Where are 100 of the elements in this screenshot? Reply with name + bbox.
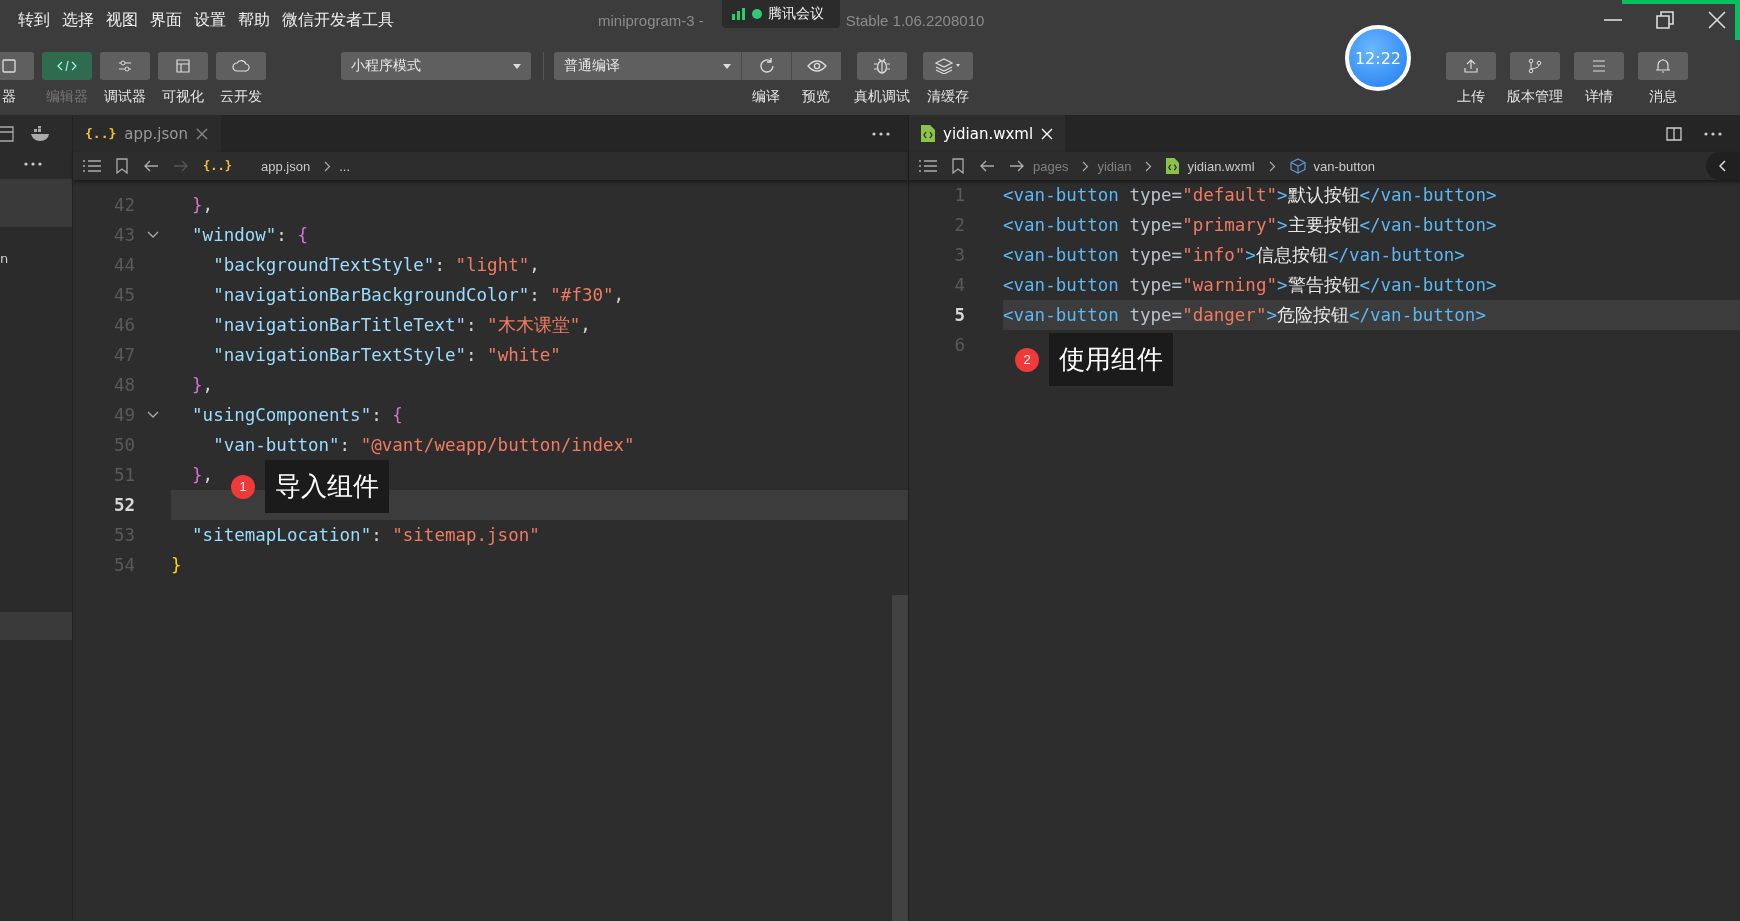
window-title: miniprogram-3 - <box>598 11 704 29</box>
toolbar-label: 编译 <box>752 88 780 106</box>
code-line: }, <box>191 374 214 397</box>
toolbar-label: 可视化 <box>162 88 204 106</box>
chevron-right-icon <box>1268 160 1276 172</box>
chevron-down-icon[interactable] <box>147 231 159 239</box>
toolbar-label: 清缓存 <box>927 88 969 106</box>
code-line: <van-button type="primary">主要按钮</van-button> <box>1003 214 1497 237</box>
menu-item[interactable]: 转到 <box>18 9 50 31</box>
code-line: <van-button type="warning">警告按钮</van-button> <box>1003 274 1497 297</box>
menu-item[interactable]: 微信开发者工具 <box>282 9 394 31</box>
code-line: "backgroundTextStyle": "light", <box>212 254 540 277</box>
simulator-icon <box>1 58 17 74</box>
bookmark-icon[interactable] <box>951 158 965 174</box>
more-icon[interactable] <box>872 131 890 136</box>
back-arrow-icon[interactable] <box>143 159 159 173</box>
caret-icon <box>723 63 731 69</box>
toolbar-button[interactable] <box>857 52 907 80</box>
chevron-left-icon <box>1719 160 1727 172</box>
toolbar-button[interactable] <box>1638 52 1688 80</box>
annotation-label: 使用组件 <box>1049 333 1173 386</box>
menu-item[interactable]: 视图 <box>106 9 138 31</box>
toolbar-label: 器 <box>2 88 16 106</box>
code-line: }, <box>191 194 214 217</box>
toolbar-button[interactable] <box>216 52 266 80</box>
code-line: "usingComponents": { <box>191 404 403 427</box>
toolbar-button[interactable] <box>1446 52 1496 80</box>
collapse-button[interactable] <box>1706 152 1740 180</box>
window-title: Stable 1.06.2208010 <box>845 11 985 29</box>
cube-icon <box>1289 158 1306 174</box>
compile-dropdown[interactable]: 普通编译 <box>554 52 741 80</box>
breadcrumb-item[interactable]: pages <box>1033 158 1069 174</box>
refresh-icon <box>757 57 776 75</box>
editor-tab[interactable]: {..} app.json <box>73 115 221 152</box>
line-number: 5 <box>953 305 965 325</box>
toolbar-button[interactable] <box>42 52 92 80</box>
file-icon <box>921 125 935 142</box>
code-icon <box>56 60 78 72</box>
window-icon[interactable] <box>0 124 16 143</box>
list-icon[interactable] <box>919 159 937 173</box>
menu-item[interactable]: 设置 <box>194 9 226 31</box>
restore-icon[interactable] <box>1654 9 1676 31</box>
meeting-indicator[interactable]: 腾讯会议 <box>722 0 840 28</box>
step-badge: 2 <box>1015 347 1039 372</box>
code-line: } <box>171 554 182 577</box>
branch-icon <box>1527 58 1543 74</box>
menu-item[interactable]: 帮助 <box>238 9 270 31</box>
close-icon[interactable] <box>1706 9 1728 31</box>
json-file-icon: {..} <box>85 126 117 141</box>
more-icon[interactable] <box>24 162 42 166</box>
code-line: "sitemapLocation": "sitemap.json" <box>191 524 540 547</box>
toolbar-button[interactable] <box>158 52 208 80</box>
step-badge: 1 <box>231 474 255 499</box>
chevron-right-icon <box>1145 160 1153 172</box>
menu-item[interactable]: 界面 <box>150 9 182 31</box>
breadcrumb-item[interactable]: ... <box>339 158 350 174</box>
toolbar-button[interactable] <box>923 52 973 80</box>
toolbar-label: 详情 <box>1585 88 1613 106</box>
line-number: 52 <box>112 495 135 515</box>
chevron-down-icon[interactable] <box>147 411 159 419</box>
breadcrumb-item[interactable]: yidian.wxml <box>1187 158 1255 174</box>
toolbar-button[interactable] <box>1510 52 1560 80</box>
code-line: <van-button type="info">信息按钮</van-button> <box>1003 244 1465 267</box>
code-line: "navigationBarBackgroundColor": "#f30", <box>212 284 625 307</box>
toolbar-button[interactable] <box>1574 52 1624 80</box>
menu-item[interactable]: 选择 <box>62 9 94 31</box>
code-line: }, <box>191 464 214 487</box>
toolbar-button[interactable] <box>791 52 841 80</box>
annotation-label: 导入组件 <box>265 460 389 513</box>
signal-icon <box>732 8 746 20</box>
upload-icon <box>1463 58 1479 74</box>
scrollbar-thumb[interactable] <box>892 595 908 921</box>
status-dot <box>752 9 762 19</box>
toolbar-button[interactable] <box>100 52 150 80</box>
toolbar-label: 云开发 <box>220 88 262 106</box>
bell-icon <box>1655 58 1671 74</box>
split-editor-icon[interactable] <box>1666 125 1682 142</box>
menu-icon <box>1591 59 1607 73</box>
bookmark-icon[interactable] <box>115 158 129 174</box>
breadcrumb-item[interactable]: van-button <box>1313 158 1375 174</box>
code-line: "navigationBarTitleText": "木木课堂", <box>212 314 591 337</box>
forward-arrow-icon[interactable] <box>1009 159 1025 173</box>
layers-icon <box>935 58 961 74</box>
toolbar-button[interactable] <box>741 52 791 80</box>
list-icon[interactable] <box>83 159 101 173</box>
toolbar-label: 版本管理 <box>1507 88 1563 106</box>
mode-dropdown[interactable]: 小程序模式 <box>341 52 531 80</box>
editor-tab[interactable]: yidian.wxml <box>909 115 1066 152</box>
whale-icon[interactable] <box>30 125 52 142</box>
breadcrumb-item[interactable]: app.json <box>261 158 311 174</box>
bug-icon <box>873 57 891 75</box>
chevron-right-icon <box>324 160 332 172</box>
file-name[interactable]: n <box>0 251 9 266</box>
more-icon[interactable] <box>1704 131 1722 136</box>
code-line: <van-button type="default">默认按钮</van-button> <box>1003 184 1497 207</box>
code-line: "van-button": "@vant/weapp/button/index" <box>212 434 635 457</box>
json-file-icon: {..} <box>203 159 253 173</box>
back-arrow-icon[interactable] <box>979 159 995 173</box>
cloud-icon <box>232 59 250 73</box>
toolbar-label: 消息 <box>1649 88 1677 106</box>
